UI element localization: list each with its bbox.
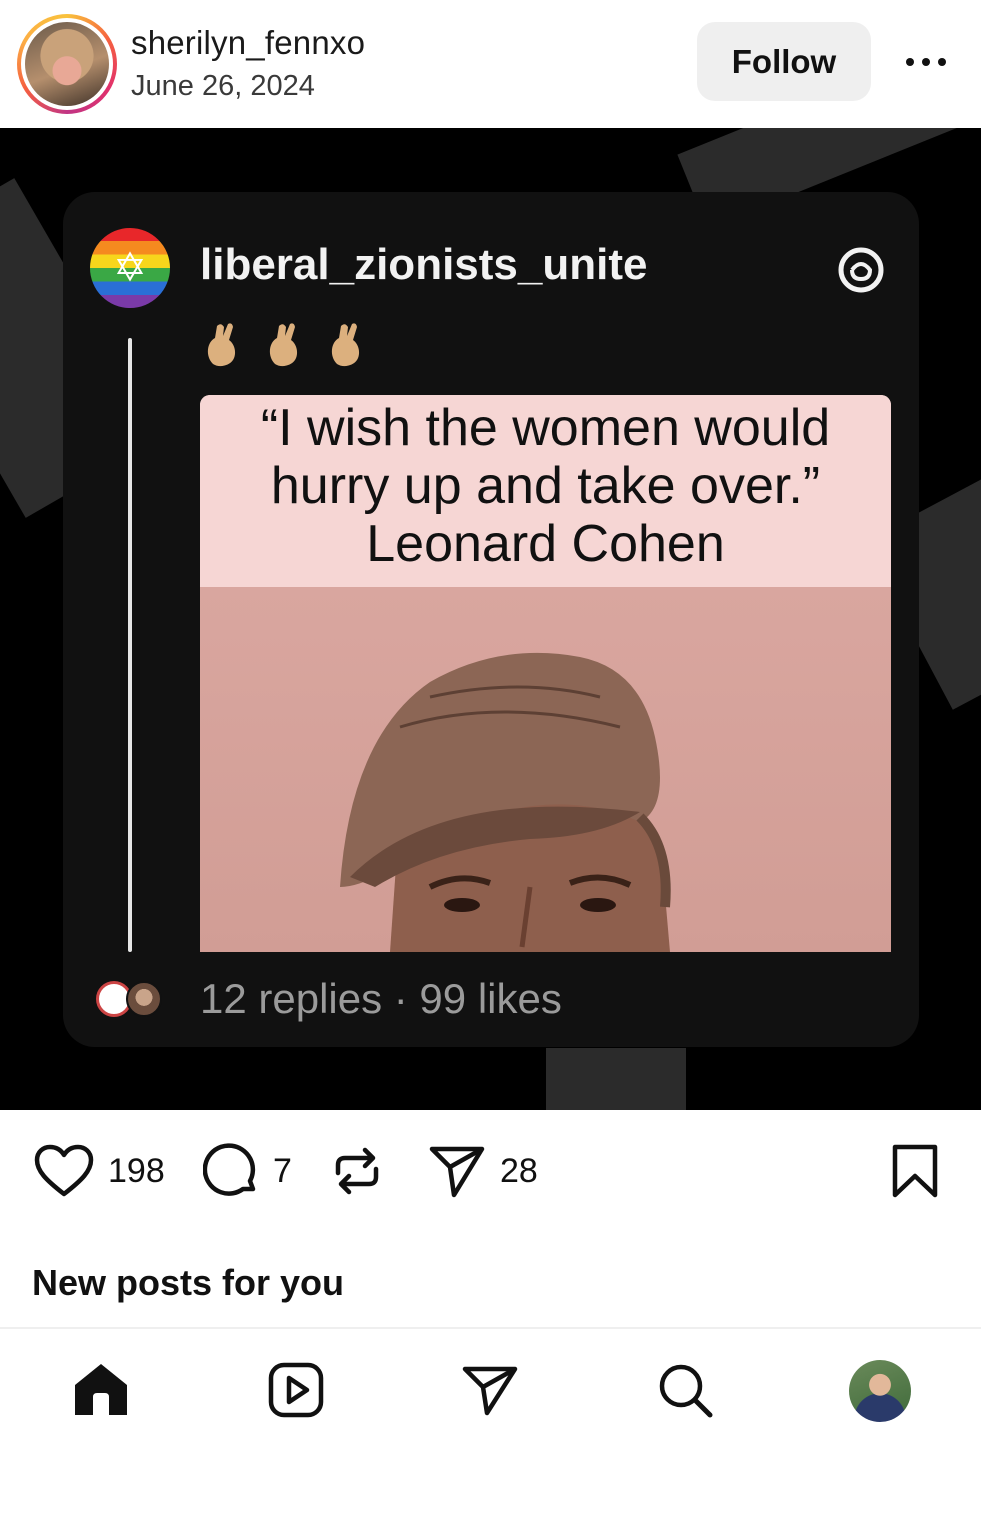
quote-text: “I wish the women would hurry up and tak… <box>200 395 891 587</box>
replier-avatar <box>126 981 162 1017</box>
author-avatar[interactable] <box>17 14 117 114</box>
share-button[interactable]: 28 <box>428 1143 538 1199</box>
share-count: 28 <box>500 1151 538 1190</box>
quote-image: “I wish the women would hurry up and tak… <box>200 395 891 952</box>
portrait-photo <box>200 587 891 952</box>
new-posts-heading: New posts for you <box>32 1262 345 1303</box>
quote-line: hurry up and take over.” <box>270 457 821 515</box>
repost-button[interactable] <box>332 1143 382 1199</box>
bookmark-icon <box>892 1144 938 1198</box>
crossed-fingers-emoji <box>207 323 236 367</box>
nav-home[interactable] <box>71 1360 131 1420</box>
thread-footer: 12 replies · 99 likes <box>96 975 562 1023</box>
messages-icon <box>462 1366 518 1416</box>
like-count: 198 <box>108 1151 165 1190</box>
bottom-nav <box>0 1329 981 1536</box>
comment-button[interactable]: 7 <box>203 1143 292 1199</box>
threads-post-card: ✡ liberal_zionists_unite “I wish the wom… <box>63 192 919 1047</box>
crossed-fingers-emoji <box>331 323 360 367</box>
thread-connector-line <box>128 338 132 952</box>
post-actions: 198 7 28 <box>0 1110 981 1230</box>
replier-avatars <box>96 979 166 1019</box>
nav-search[interactable] <box>655 1360 715 1420</box>
thread-stats: 12 replies · 99 likes <box>200 975 562 1022</box>
send-icon <box>429 1146 485 1198</box>
heart-icon <box>34 1144 94 1197</box>
save-button[interactable] <box>888 1143 942 1199</box>
comment-icon <box>203 1143 256 1196</box>
more-options-icon[interactable] <box>900 40 952 84</box>
star-of-david-icon: ✡ <box>113 245 147 291</box>
post-header: sherilyn_fennxo June 26, 2024 Follow <box>0 0 981 128</box>
search-icon <box>659 1364 713 1418</box>
follow-button[interactable]: Follow <box>697 22 871 101</box>
crossed-fingers-emoji <box>269 323 298 367</box>
profile-avatar[interactable] <box>849 1360 911 1422</box>
threads-logo-icon <box>835 244 887 296</box>
author-username[interactable]: sherilyn_fennxo <box>131 24 365 62</box>
post-media[interactable]: ✡ liberal_zionists_unite “I wish the wom… <box>0 128 981 1110</box>
thread-author-username: liberal_zionists_unite <box>200 240 648 289</box>
nav-reels[interactable] <box>266 1360 326 1420</box>
comment-count: 7 <box>273 1151 292 1190</box>
background-ribbon <box>546 1048 686 1110</box>
like-button[interactable]: 198 <box>34 1143 165 1199</box>
emoji-row <box>203 320 367 368</box>
home-icon <box>75 1364 127 1415</box>
quote-line: “I wish the women would <box>260 399 831 457</box>
quote-attribution: Leonard Cohen <box>366 515 725 573</box>
post-date: June 26, 2024 <box>131 70 315 102</box>
reels-icon <box>268 1362 324 1418</box>
repost-icon <box>335 1147 379 1195</box>
thread-author-avatar: ✡ <box>90 228 170 308</box>
nav-messages[interactable] <box>460 1360 520 1420</box>
